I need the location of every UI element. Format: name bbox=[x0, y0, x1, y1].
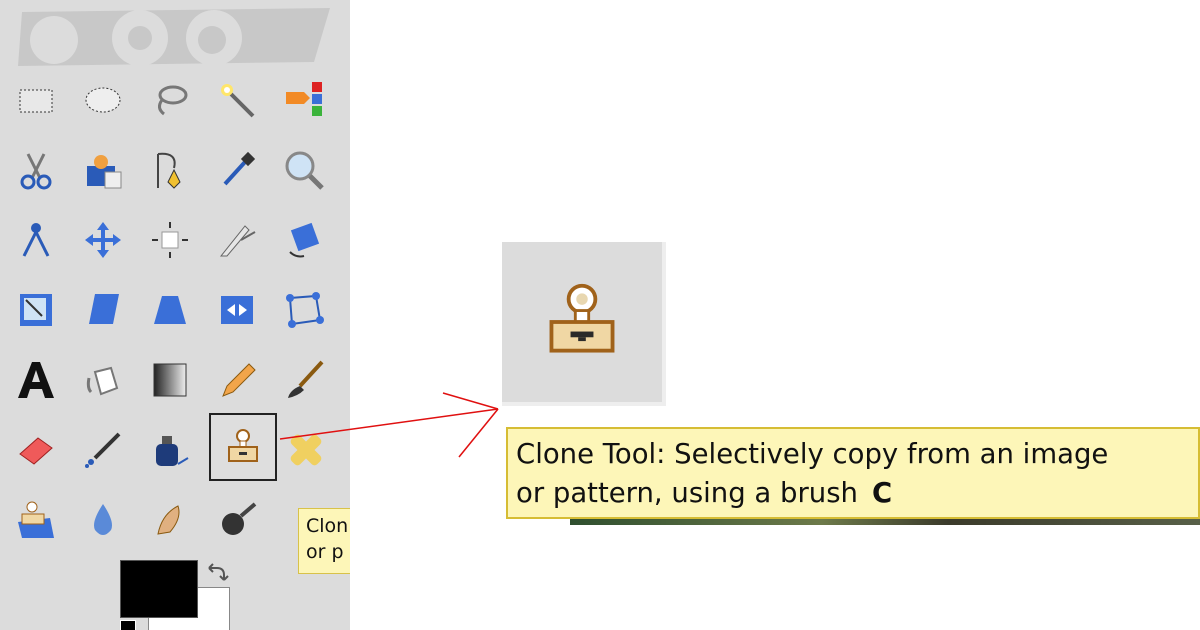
color-picker-tool[interactable] bbox=[207, 140, 267, 200]
perspective-clone-icon bbox=[18, 501, 54, 538]
mini-tooltip: Clon or p bbox=[298, 508, 350, 574]
rotate-icon bbox=[289, 222, 320, 258]
heal-tool[interactable] bbox=[276, 420, 336, 480]
cage-icon bbox=[286, 292, 324, 328]
clone-tool-zoom bbox=[502, 242, 666, 406]
scissors-icon bbox=[20, 153, 52, 190]
scale-icon bbox=[20, 294, 52, 326]
flip-icon bbox=[221, 296, 253, 324]
wilber-logo-icon bbox=[18, 8, 330, 66]
measure-tool[interactable] bbox=[6, 210, 66, 270]
clone-stamp-icon bbox=[228, 429, 258, 462]
shear-icon bbox=[89, 294, 119, 324]
paths-icon bbox=[157, 152, 181, 189]
bucket-fill-tool[interactable] bbox=[73, 350, 133, 410]
paintbrush-icon bbox=[288, 360, 324, 398]
clone-tool[interactable] bbox=[209, 413, 277, 481]
eraser-icon bbox=[19, 437, 53, 465]
perspective-icon bbox=[154, 296, 186, 324]
text-icon bbox=[18, 362, 54, 398]
free-select-tool[interactable] bbox=[140, 70, 200, 130]
crop-knife-icon bbox=[219, 225, 256, 257]
mini-tooltip-line2: or p bbox=[306, 541, 344, 563]
bucket-icon bbox=[86, 366, 119, 396]
paths-tool[interactable] bbox=[140, 140, 200, 200]
blend-tool[interactable] bbox=[140, 350, 200, 410]
smudge-icon bbox=[157, 505, 180, 535]
smudge-tool[interactable] bbox=[140, 490, 200, 550]
foreground-select-icon bbox=[87, 155, 122, 189]
dodge-burn-icon bbox=[222, 502, 257, 535]
perspective-tool[interactable] bbox=[140, 280, 200, 340]
color-picker-icon bbox=[223, 151, 256, 186]
default-colors-icon[interactable] bbox=[120, 620, 136, 630]
cage-transform-tool[interactable] bbox=[274, 280, 334, 340]
rotate-tool[interactable] bbox=[274, 210, 334, 270]
rect-select-tool[interactable] bbox=[6, 70, 66, 130]
magnifier-icon bbox=[285, 151, 324, 190]
airbrush-icon bbox=[85, 432, 121, 468]
scissors-select-tool[interactable] bbox=[6, 140, 66, 200]
lasso-icon bbox=[157, 85, 188, 116]
compass-icon bbox=[22, 223, 50, 257]
blur-sharpen-tool[interactable] bbox=[73, 490, 133, 550]
perspective-clone-tool[interactable] bbox=[6, 490, 66, 550]
rect-select-icon bbox=[19, 89, 53, 113]
color-select-icon bbox=[286, 82, 322, 116]
gradient-icon bbox=[153, 363, 187, 397]
foreground-color-swatch[interactable] bbox=[120, 560, 198, 618]
foreground-select-tool[interactable] bbox=[73, 140, 133, 200]
tooltip-line2: or pattern, using a brush bbox=[516, 477, 858, 509]
heal-bandage-icon bbox=[290, 434, 322, 466]
move-icon bbox=[85, 222, 121, 258]
canvas-image-strip bbox=[570, 519, 1200, 525]
align-icon bbox=[152, 222, 188, 258]
mini-tooltip-line1: Clon bbox=[306, 515, 349, 537]
color-select-tool[interactable] bbox=[274, 70, 334, 130]
pencil-tool[interactable] bbox=[207, 350, 267, 410]
airbrush-tool[interactable] bbox=[73, 420, 133, 480]
clone-stamp-icon bbox=[549, 283, 615, 353]
eraser-tool[interactable] bbox=[6, 420, 66, 480]
dodge-burn-tool[interactable] bbox=[207, 490, 267, 550]
align-tool[interactable] bbox=[140, 210, 200, 270]
toolbox-panel: Clon or p bbox=[0, 0, 350, 630]
paintbrush-tool[interactable] bbox=[274, 350, 334, 410]
ellipse-select-icon bbox=[85, 87, 121, 113]
water-drop-icon bbox=[94, 504, 112, 535]
flip-tool[interactable] bbox=[207, 280, 267, 340]
tooltip-line2-wrap: or pattern, using a brush C bbox=[516, 474, 1198, 513]
ellipse-select-tool[interactable] bbox=[73, 70, 133, 130]
tooltip-line1: Clone Tool: Selectively copy from an ima… bbox=[516, 438, 1109, 470]
move-tool[interactable] bbox=[73, 210, 133, 270]
tooltip-shortcut: C bbox=[871, 477, 893, 509]
swap-colors-icon[interactable] bbox=[204, 560, 230, 586]
shear-tool[interactable] bbox=[73, 280, 133, 340]
scale-tool[interactable] bbox=[6, 280, 66, 340]
clone-tool-tooltip: Clone Tool: Selectively copy from an ima… bbox=[506, 427, 1200, 519]
pencil-icon bbox=[222, 363, 256, 397]
magic-wand-icon bbox=[221, 84, 255, 118]
text-tool[interactable] bbox=[6, 350, 66, 410]
fuzzy-select-tool[interactable] bbox=[207, 70, 267, 130]
ink-tool[interactable] bbox=[140, 420, 200, 480]
zoom-tool[interactable] bbox=[274, 140, 334, 200]
crop-tool[interactable] bbox=[207, 210, 267, 270]
ink-icon bbox=[156, 436, 189, 466]
